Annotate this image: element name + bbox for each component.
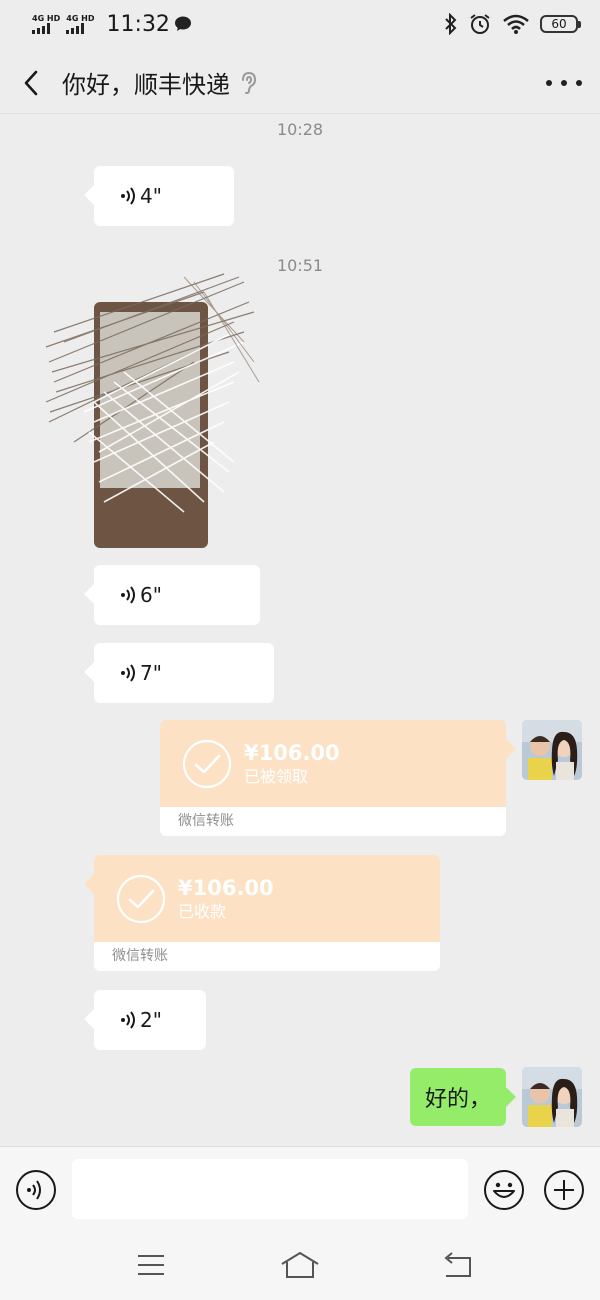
plus-icon[interactable] [543, 1169, 585, 1211]
network-label-2: 4G HD [66, 14, 95, 23]
transfer-amount: ¥106.00 [244, 740, 340, 765]
transfer-card: ¥106.00 已被领取 [160, 720, 506, 807]
battery-indicator: 60 [540, 15, 581, 33]
transfer-message-sent[interactable]: ¥106.00 已被领取 微信转账 [160, 720, 506, 836]
check-icon [182, 739, 232, 788]
network-indicator-1: 4G HD [32, 14, 60, 34]
transfer-amount: ¥106.00 [178, 875, 274, 900]
more-icon[interactable] [546, 69, 582, 97]
status-time: 11:32 [106, 11, 170, 37]
message-input[interactable] [72, 1159, 468, 1219]
transfer-message-received[interactable]: ¥106.00 已收款 微信转账 [94, 855, 440, 971]
chevron-left-icon[interactable] [18, 69, 46, 97]
avatar[interactable] [522, 1067, 582, 1127]
transfer-footer: 微信转账 [160, 807, 506, 836]
emoji-icon[interactable] [483, 1169, 525, 1211]
signal-icon [66, 23, 85, 34]
voice-duration: 4" [140, 184, 162, 208]
wifi-icon [503, 14, 529, 34]
transfer-status: 已被领取 [244, 766, 309, 786]
bluetooth-icon [445, 13, 457, 35]
transfer-card: ¥106.00 已收款 [94, 855, 440, 942]
voice-message[interactable]: 2" [94, 990, 206, 1050]
voice-duration: 6" [140, 583, 162, 607]
message-text: 好的， [424, 1087, 491, 1112]
voice-input-icon[interactable] [15, 1169, 57, 1211]
network-indicator-2: 4G HD [66, 14, 95, 34]
status-bar: 4G HD 4G HD 11:32 60 [0, 0, 600, 48]
image-message[interactable] [44, 272, 260, 578]
battery-level: 60 [551, 17, 567, 31]
chat-notification-icon [174, 16, 191, 31]
menu-icon[interactable] [133, 1250, 169, 1280]
ear-icon [242, 71, 257, 94]
status-right: 60 [444, 12, 581, 36]
input-bar [0, 1146, 600, 1234]
voice-icon [121, 664, 135, 682]
voice-icon [121, 187, 135, 205]
alarm-icon [470, 14, 490, 34]
system-nav-bar [0, 1234, 600, 1300]
transfer-footer: 微信转账 [94, 942, 440, 971]
voice-duration: 7" [140, 661, 162, 685]
transfer-status: 已收款 [178, 901, 227, 921]
home-icon[interactable] [280, 1250, 320, 1280]
avatar[interactable] [522, 720, 582, 780]
back-nav-icon[interactable] [440, 1250, 476, 1280]
voice-icon [121, 1011, 135, 1029]
voice-message[interactable]: 6" [94, 565, 260, 625]
voice-duration: 2" [140, 1008, 162, 1032]
signal-icon [32, 23, 50, 34]
check-icon [116, 874, 166, 923]
voice-icon [121, 586, 135, 604]
voice-message[interactable]: 7" [94, 643, 274, 703]
network-label-1: 4G HD [32, 14, 61, 23]
text-message-sent[interactable]: 好的， [410, 1068, 506, 1126]
timestamp: 10:28 [276, 120, 324, 139]
voice-message[interactable]: 4" [94, 166, 234, 226]
chat-header: 你好，顺丰快递 [0, 52, 600, 114]
chat-title: 你好，顺丰快递 [62, 71, 230, 99]
